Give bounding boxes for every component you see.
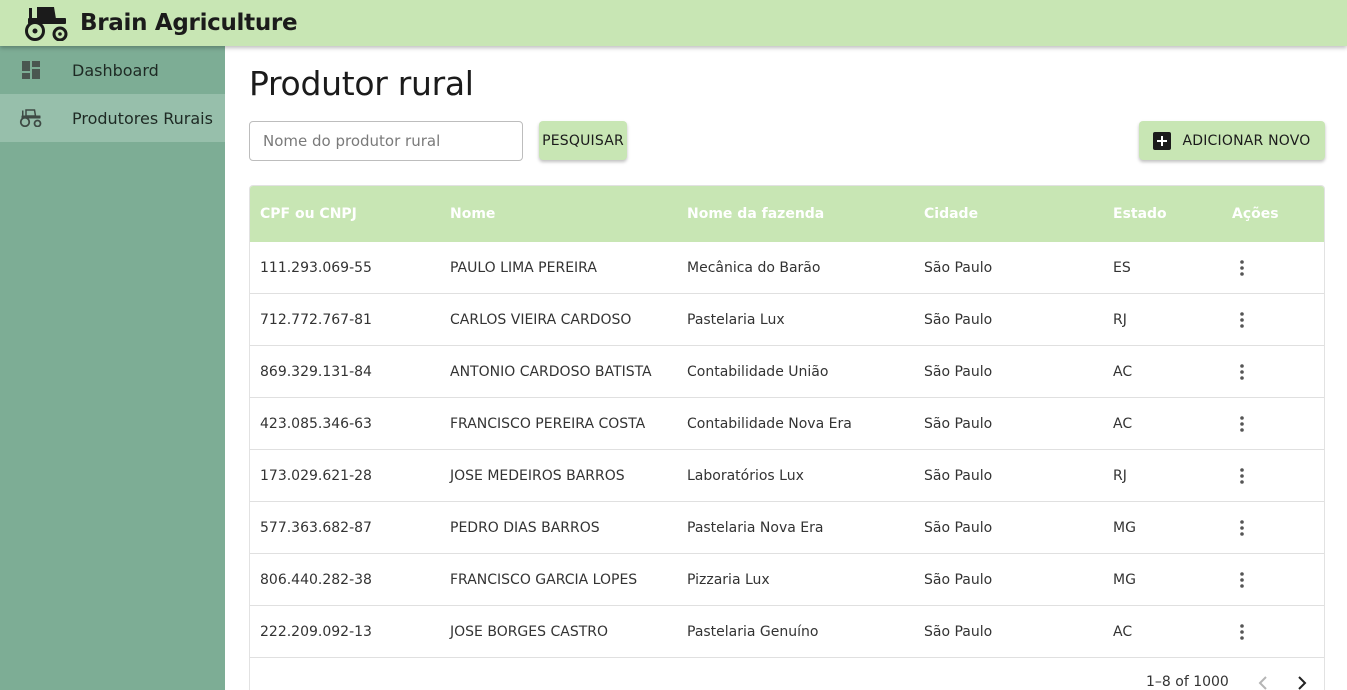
cpf-cell: 577.363.682-87 <box>260 520 372 536</box>
cidade-cell: São Paulo <box>924 572 993 588</box>
estado-cell: RJ <box>1113 468 1127 484</box>
cidade-cell: São Paulo <box>924 260 993 276</box>
fazenda-cell: Pastelaria Lux <box>687 312 785 328</box>
add-new-button[interactable]: ADICIONAR NOVO <box>1139 121 1325 160</box>
sidebar: Dashboard Produtores Rurais <box>0 46 225 690</box>
more-vert-icon[interactable] <box>1228 566 1256 594</box>
actions-cell <box>1232 398 1256 450</box>
cpf-cell: 111.293.069-55 <box>260 260 372 276</box>
fazenda-cell: Mecânica do Barão <box>687 260 821 276</box>
estado-cell: AC <box>1113 624 1133 640</box>
cidade-cell: São Paulo <box>924 364 993 380</box>
producers-table: CPF ou CNPJ Nome Nome da fazenda Cidade … <box>249 185 1325 690</box>
actions-cell <box>1232 346 1256 398</box>
estado-cell: MG <box>1113 572 1136 588</box>
app-header: Brain Agriculture <box>0 0 1347 46</box>
column-header-cpf[interactable]: CPF ou CNPJ <box>260 206 357 222</box>
nome-cell: PEDRO DIAS BARROS <box>450 520 600 536</box>
nome-cell: CARLOS VIEIRA CARDOSO <box>450 312 632 328</box>
column-header-acoes: Ações <box>1232 206 1279 222</box>
column-header-cidade[interactable]: Cidade <box>924 206 978 222</box>
sidebar-item-label: Dashboard <box>72 60 159 80</box>
more-vert-icon[interactable] <box>1228 254 1256 282</box>
main-content: Produtor rural PESQUISAR ADICIONAR NOVO … <box>249 46 1325 690</box>
cpf-cell: 806.440.282-38 <box>260 572 372 588</box>
actions-cell <box>1232 606 1256 658</box>
actions-cell <box>1232 294 1256 346</box>
column-header-estado[interactable]: Estado <box>1113 206 1167 222</box>
nome-cell: ANTONIO CARDOSO BATISTA <box>450 364 652 380</box>
more-vert-icon[interactable] <box>1228 306 1256 334</box>
actions-cell <box>1232 502 1256 554</box>
table-row[interactable]: 806.440.282-38 FRANCISCO GARCIA LOPES Pizz… <box>250 554 1324 606</box>
table-row[interactable]: 173.029.621-28 JOSE MEDEIROS BARROS Labora… <box>250 450 1324 502</box>
add-new-label: ADICIONAR NOVO <box>1182 132 1311 149</box>
search-input[interactable] <box>249 121 523 161</box>
nome-cell: FRANCISCO GARCIA LOPES <box>450 572 638 588</box>
table-row[interactable]: 222.209.092-13 JOSE BORGES CASTRO Pastelar… <box>250 606 1324 658</box>
nome-cell: PAULO LIMA PEREIRA <box>450 260 597 276</box>
estado-cell: MG <box>1113 520 1136 536</box>
more-vert-icon[interactable] <box>1228 514 1256 542</box>
pagination-range: 1–8 of 1000 <box>1146 674 1229 690</box>
cidade-cell: São Paulo <box>924 312 993 328</box>
app-title: Brain Agriculture <box>80 10 298 36</box>
cpf-cell: 712.772.767-81 <box>260 312 372 328</box>
more-vert-icon[interactable] <box>1228 618 1256 646</box>
cidade-cell: São Paulo <box>924 520 993 536</box>
add-box-icon <box>1153 131 1172 150</box>
table-row[interactable]: 111.293.069-55 PAULO LIMA PEREIRA Mecânica… <box>250 242 1324 294</box>
table-row[interactable]: 712.772.767-81 CARLOS VIEIRA CARDOSO Paste… <box>250 294 1324 346</box>
fazenda-cell: Pastelaria Genuíno <box>687 624 819 640</box>
more-vert-icon[interactable] <box>1228 358 1256 386</box>
dashboard-icon <box>17 58 45 82</box>
search-button[interactable]: PESQUISAR <box>539 121 627 160</box>
chevron-left-icon[interactable] <box>1252 672 1274 690</box>
sidebar-item-produtores-rurais[interactable]: Produtores Rurais <box>0 94 225 142</box>
more-vert-icon[interactable] <box>1228 410 1256 438</box>
cpf-cell: 869.329.131-84 <box>260 364 372 380</box>
table-body: 111.293.069-55 PAULO LIMA PEREIRA Mecânica… <box>250 242 1324 658</box>
nome-cell: JOSE BORGES CASTRO <box>450 624 609 640</box>
column-header-nome[interactable]: Nome <box>450 206 495 222</box>
sidebar-item-dashboard[interactable]: Dashboard <box>0 46 225 94</box>
estado-cell: AC <box>1113 416 1133 432</box>
table-row[interactable]: 577.363.682-87 PEDRO DIAS BARROS Pastelari… <box>250 502 1324 554</box>
estado-cell: AC <box>1113 364 1133 380</box>
cidade-cell: São Paulo <box>924 624 993 640</box>
sidebar-item-label: Produtores Rurais <box>72 108 213 128</box>
cpf-cell: 222.209.092-13 <box>260 624 372 640</box>
estado-cell: ES <box>1113 260 1131 276</box>
fazenda-cell: Contabilidade União <box>687 364 829 380</box>
actions-cell <box>1232 450 1256 502</box>
cidade-cell: São Paulo <box>924 468 993 484</box>
table-header: CPF ou CNPJ Nome Nome da fazenda Cidade … <box>250 186 1324 242</box>
cpf-cell: 173.029.621-28 <box>260 468 372 484</box>
nome-cell: FRANCISCO PEREIRA COSTA <box>450 416 646 432</box>
estado-cell: RJ <box>1113 312 1127 328</box>
fazenda-cell: Laboratórios Lux <box>687 468 804 484</box>
tractor-icon <box>24 4 72 42</box>
actions-cell <box>1232 554 1256 606</box>
tractor-icon <box>17 106 45 130</box>
table-footer: 1–8 of 1000 <box>250 658 1324 690</box>
fazenda-cell: Pastelaria Nova Era <box>687 520 824 536</box>
table-row[interactable]: 423.085.346-63 FRANCISCO PEREIRA COSTA Con… <box>250 398 1324 450</box>
page-title: Produtor rural <box>249 64 474 103</box>
fazenda-cell: Pizzaria Lux <box>687 572 770 588</box>
cpf-cell: 423.085.346-63 <box>260 416 372 432</box>
fazenda-cell: Contabilidade Nova Era <box>687 416 852 432</box>
cidade-cell: São Paulo <box>924 416 993 432</box>
more-vert-icon[interactable] <box>1228 462 1256 490</box>
chevron-right-icon[interactable] <box>1291 672 1313 690</box>
actions-cell <box>1232 242 1256 294</box>
column-header-fazenda[interactable]: Nome da fazenda <box>687 206 824 222</box>
nome-cell: JOSE MEDEIROS BARROS <box>450 468 625 484</box>
table-row[interactable]: 869.329.131-84 ANTONIO CARDOSO BATISTA Con… <box>250 346 1324 398</box>
